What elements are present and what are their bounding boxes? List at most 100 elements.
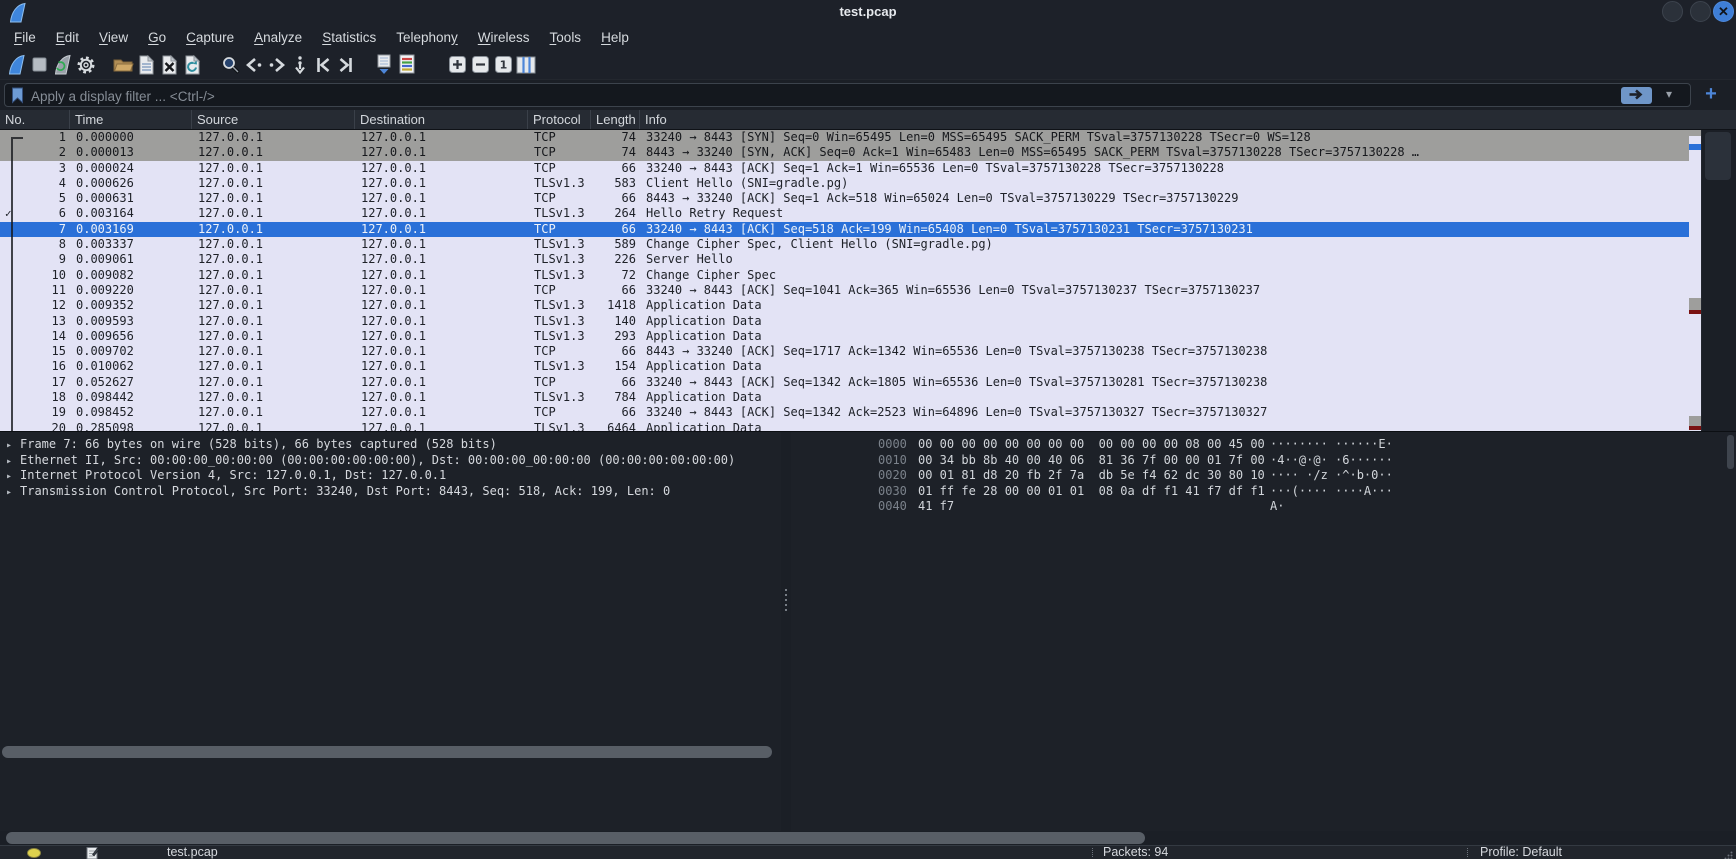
- menu-item-wireless[interactable]: Wireless: [468, 30, 540, 45]
- expert-info-icon[interactable]: [27, 848, 41, 858]
- packet-row-11[interactable]: 11 0.009220 127.0.0.1 127.0.0.1 TCP 66 33240 →…: [0, 282, 1689, 299]
- close-button[interactable]: ✕: [1713, 1, 1734, 22]
- display-filter-input[interactable]: [29, 85, 1573, 107]
- open-file-button[interactable]: [112, 52, 135, 78]
- close-file-icon: [161, 54, 178, 75]
- resize-columns-button[interactable]: [515, 52, 538, 78]
- filter-bookmark-icon[interactable]: [11, 87, 24, 109]
- save-file-button[interactable]: [135, 52, 158, 78]
- add-filter-button[interactable]: +: [1700, 83, 1722, 107]
- packet-row-6[interactable]: 6 0.003164 127.0.0.1 127.0.0.1 TLSv1.3 264 Hel…: [0, 206, 1689, 222]
- reload-file-button[interactable]: [181, 52, 204, 78]
- packet-row-9[interactable]: 9 0.009061 127.0.0.1 127.0.0.1 TLSv1.3 226 Ser…: [0, 252, 1689, 268]
- minimize-button[interactable]: [1662, 1, 1683, 22]
- menu-item-telephony[interactable]: Telephony: [386, 30, 468, 45]
- packet-list-vertical-scrollbar[interactable]: [1701, 130, 1736, 431]
- packet-row-2[interactable]: 2 0.000013 127.0.0.1 127.0.0.1 TCP 74 8443 → 3…: [0, 145, 1689, 161]
- expand-arrow-icon[interactable]: ▸: [6, 454, 12, 469]
- packet-row-5[interactable]: 5 0.000631 127.0.0.1 127.0.0.1 TCP 66 8443 → 3…: [0, 191, 1689, 207]
- find-packet-button[interactable]: [219, 52, 242, 78]
- resize-grip-icon[interactable]: [1724, 849, 1733, 859]
- auto-scroll-button[interactable]: [372, 52, 395, 78]
- menu-item-go[interactable]: Go: [138, 30, 176, 45]
- column-header-source[interactable]: Source: [192, 110, 355, 129]
- menu-item-capture[interactable]: Capture: [176, 30, 244, 45]
- bytes-vertical-scrollbar[interactable]: [1727, 435, 1734, 469]
- column-header-protocol[interactable]: Protocol: [528, 110, 591, 129]
- pane-splitter[interactable]: [781, 432, 791, 832]
- hex-row-0020[interactable]: 0020 00 01 81 d8 20 fb 2f 7a db 5e f4 62 …: [791, 468, 1736, 484]
- go-back-button[interactable]: [242, 52, 265, 78]
- status-bar: test.pcap Packets: 94 Profile: Default: [0, 845, 1736, 859]
- zoom-in-button[interactable]: [446, 52, 469, 78]
- detail-line-4[interactable]: ▸ Transmission Control Protocol, Src Port…: [0, 484, 781, 500]
- hex-row-0010[interactable]: 0010 00 34 bb 8b 40 00 40 06 81 36 7f 00 …: [791, 453, 1736, 469]
- capture-options-button[interactable]: [74, 52, 97, 78]
- first-packet-button[interactable]: [311, 52, 334, 78]
- statusbar-profile[interactable]: Profile: Default: [1480, 846, 1562, 859]
- cell-source: 127.0.0.1: [198, 206, 264, 221]
- packet-row-19[interactable]: 19 0.098452 127.0.0.1 127.0.0.1 TCP 66 33240 →…: [0, 405, 1689, 421]
- hex-row-0030[interactable]: 0030 01 ff fe 28 00 00 01 01 08 0a df f1 …: [791, 484, 1736, 500]
- apply-filter-button[interactable]: [1621, 87, 1652, 104]
- menu-item-view[interactable]: View: [89, 30, 138, 45]
- stop-capture-button[interactable]: [28, 52, 51, 78]
- packet-row-17[interactable]: 17 0.052627 127.0.0.1 127.0.0.1 TCP 66 33240 →…: [0, 374, 1689, 391]
- detail-line-3[interactable]: ▸ Internet Protocol Version 4, Src: 127.0…: [0, 468, 781, 484]
- detail-line-1[interactable]: ▸ Frame 7: 66 bytes on wire (528 bits), 6…: [0, 437, 781, 453]
- capture-comment-icon[interactable]: [86, 846, 100, 859]
- maximize-button[interactable]: [1690, 1, 1711, 22]
- packet-list-minimap[interactable]: [1689, 130, 1701, 431]
- packet-row-14[interactable]: 14 0.009656 127.0.0.1 127.0.0.1 TLSv1.3 293 Ap…: [0, 328, 1689, 345]
- display-filter-box[interactable]: ▾: [4, 83, 1691, 107]
- title-bar[interactable]: test.pcap ✕: [0, 0, 1736, 24]
- scrollbar-thumb[interactable]: [1705, 132, 1731, 180]
- cell-length: 154: [614, 359, 636, 374]
- zoom-out-button[interactable]: [469, 52, 492, 78]
- packet-row-3[interactable]: 3 0.000024 127.0.0.1 127.0.0.1 TCP 66 33240 → …: [0, 160, 1689, 176]
- last-packet-button[interactable]: [334, 52, 357, 78]
- column-header-destination[interactable]: Destination: [355, 110, 528, 129]
- packet-row-18[interactable]: 18 0.098442 127.0.0.1 127.0.0.1 TLSv1.3 784 Ap…: [0, 390, 1689, 406]
- packet-row-7[interactable]: 7 0.003169 127.0.0.1 127.0.0.1 TCP 66 33240 → …: [0, 221, 1689, 238]
- menu-item-tools[interactable]: Tools: [540, 30, 592, 45]
- packet-row-13[interactable]: 13 0.009593 127.0.0.1 127.0.0.1 TLSv1.3 140 Ap…: [0, 313, 1689, 329]
- menu-item-statistics[interactable]: Statistics: [312, 30, 386, 45]
- hex-row-0040[interactable]: 0040 41 f7 A·: [791, 499, 1736, 515]
- go-to-packet-button[interactable]: [288, 52, 311, 78]
- packet-row-15[interactable]: 15 0.009702 127.0.0.1 127.0.0.1 TCP 66 8443 → …: [0, 344, 1689, 360]
- ascii-bytes: A·: [1270, 499, 1285, 514]
- detail-line-2[interactable]: ▸ Ethernet II, Src: 00:00:00_00:00:00 (00…: [0, 453, 781, 469]
- packet-row-12[interactable]: 12 0.009352 127.0.0.1 127.0.0.1 TLSv1.3 1418 A…: [0, 298, 1689, 314]
- ascii-bytes: ········ ······E·: [1270, 437, 1393, 451]
- packet-row-16[interactable]: 16 0.010062 127.0.0.1 127.0.0.1 TLSv1.3 154 Ap…: [0, 359, 1689, 375]
- column-header-info[interactable]: Info: [640, 110, 1736, 129]
- colorize-packets-button[interactable]: [395, 52, 418, 78]
- column-header-length[interactable]: Length: [591, 110, 640, 129]
- packet-row-20[interactable]: 20 0.285098 127.0.0.1 127.0.0.1 TLSv1.3 6464 A…: [0, 420, 1689, 431]
- restart-capture-button[interactable]: [51, 52, 74, 78]
- filter-dropdown-caret-icon[interactable]: ▾: [1666, 87, 1672, 101]
- packet-row-10[interactable]: 10 0.009082 127.0.0.1 127.0.0.1 TLSv1.3 72 Cha…: [0, 267, 1689, 283]
- packet-row-8[interactable]: 8 0.003337 127.0.0.1 127.0.0.1 TLSv1.3 589 Cha…: [0, 237, 1689, 253]
- menu-item-analyze[interactable]: Analyze: [244, 30, 312, 45]
- expand-arrow-icon[interactable]: ▸: [6, 438, 12, 453]
- packet-list-horizontal-scrollbar[interactable]: [6, 832, 1145, 844]
- go-forward-button[interactable]: [265, 52, 288, 78]
- expand-arrow-icon[interactable]: ▸: [6, 485, 12, 500]
- packet-row-1[interactable]: 1 0.000000 127.0.0.1 127.0.0.1 TCP 74 33240 → …: [0, 130, 1689, 146]
- close-file-button[interactable]: [158, 52, 181, 78]
- column-header-time[interactable]: Time: [70, 110, 192, 129]
- menu-item-help[interactable]: Help: [591, 30, 639, 45]
- menu-item-file[interactable]: File: [4, 30, 46, 45]
- menu-item-edit[interactable]: Edit: [46, 30, 89, 45]
- packet-row-4[interactable]: 4 0.000626 127.0.0.1 127.0.0.1 TLSv1.3 583 Cli…: [0, 175, 1689, 192]
- splitter-grip-icon: [785, 589, 787, 613]
- expand-arrow-icon[interactable]: ▸: [6, 469, 12, 484]
- column-header-no[interactable]: No.: [0, 110, 70, 129]
- hex-row-0000[interactable]: 0000 00 00 00 00 00 00 00 00 00 00 00 00 …: [791, 437, 1736, 453]
- details-horizontal-scrollbar[interactable]: [2, 746, 772, 758]
- start-capture-button[interactable]: [5, 52, 28, 78]
- zoom-original-button[interactable]: 1: [492, 52, 515, 78]
- cell-info: 33240 → 8443 [ACK] Seq=1 Ack=1 Win=65536…: [646, 160, 1224, 175]
